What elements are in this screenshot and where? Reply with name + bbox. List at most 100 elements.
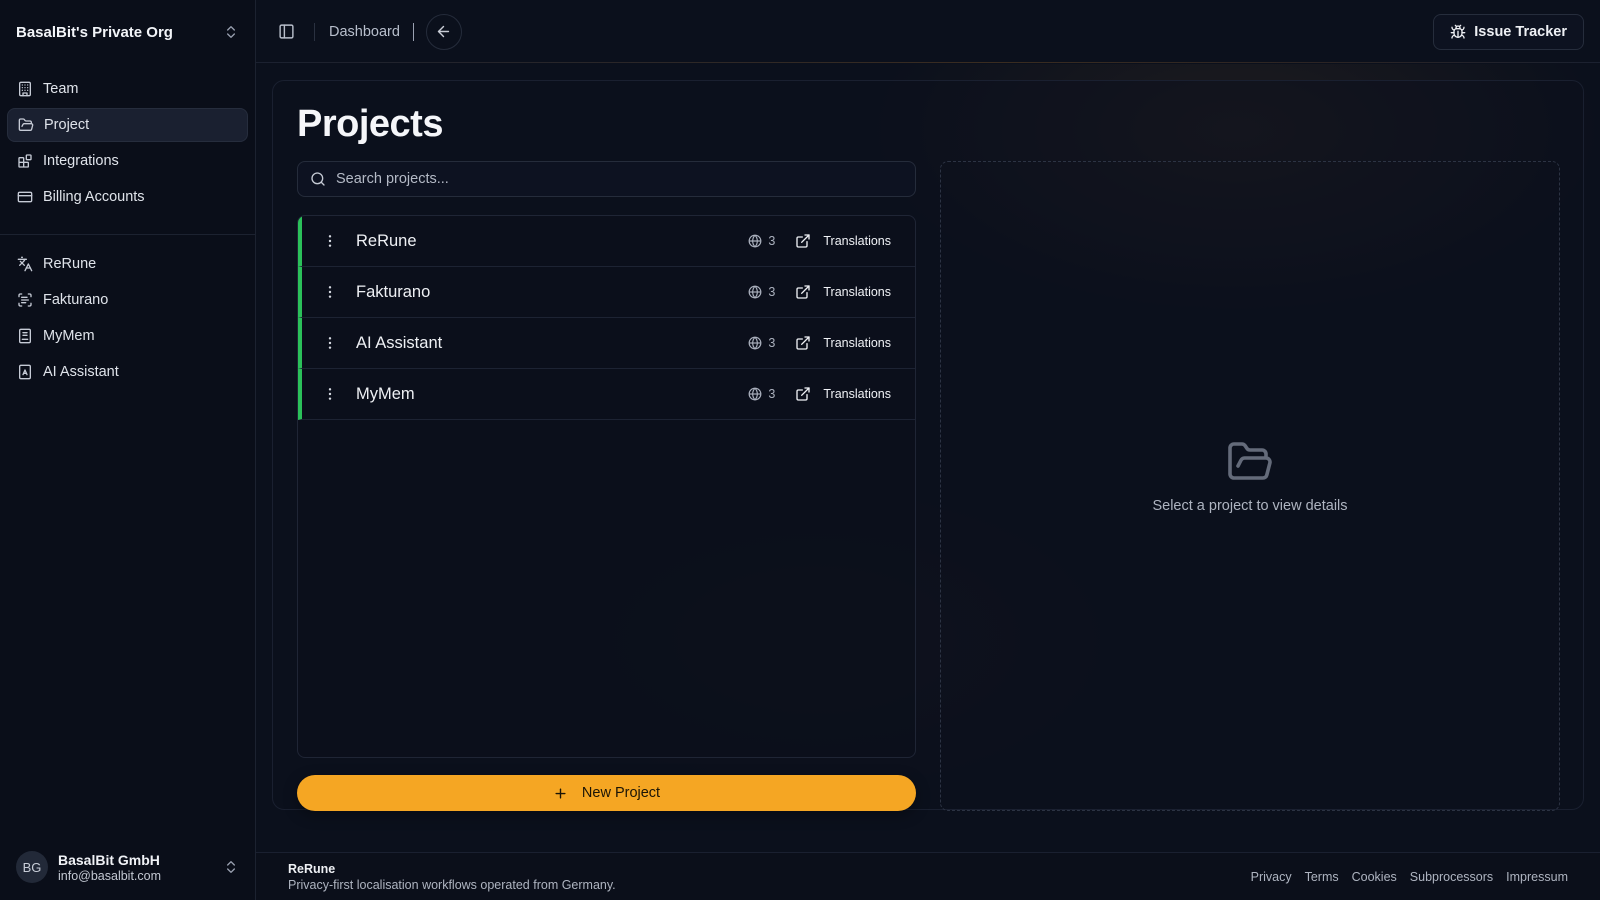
page-title: Projects: [297, 103, 443, 145]
sidebar-divider: [0, 234, 255, 235]
footer-title: ReRune: [288, 861, 336, 876]
sidebar-item-fakturano[interactable]: Fakturano: [7, 283, 248, 317]
footer: ReRune Privacy-first localisation workfl…: [256, 852, 1600, 900]
more-vertical-icon[interactable]: [320, 231, 340, 251]
sidebar-item-label: Integrations: [43, 153, 119, 169]
language-count: 3: [748, 285, 775, 299]
chevrons-up-down-icon: [227, 861, 235, 873]
project-name: ReRune: [356, 231, 417, 250]
empty-state-message: Select a project to view details: [1152, 498, 1348, 514]
project-detail-placeholder: Select a project to view details: [940, 161, 1560, 811]
translations-label: Translations: [823, 234, 891, 248]
footer-links: Privacy Terms Cookies Subprocessors Impr…: [1251, 870, 1568, 884]
footer-link-subprocessors[interactable]: Subprocessors: [1410, 870, 1493, 884]
sidebar-item-mymem[interactable]: MyMem: [7, 319, 248, 353]
sidebar-item-label: MyMem: [43, 328, 95, 344]
translations-label: Translations: [823, 285, 891, 299]
app-shell: BasalBit's Private Org Team Project Inte…: [0, 0, 1600, 900]
folder-open-icon: [18, 118, 34, 131]
topbar-divider: [314, 22, 315, 41]
sidebar-item-ai-assistant[interactable]: AI Assistant: [7, 355, 248, 389]
project-name: AI Assistant: [356, 333, 443, 352]
sidebar-item-label: ReRune: [43, 256, 97, 272]
panel-left-icon: [278, 24, 294, 39]
translations-link[interactable]: Translations: [795, 335, 891, 351]
footer-link-impressum[interactable]: Impressum: [1506, 870, 1568, 884]
new-project-label: New Project: [581, 785, 661, 801]
sidebar-apps: ReRune Fakturano MyMem AI Assistant: [0, 247, 255, 389]
sidebar: BasalBit's Private Org Team Project Inte…: [0, 0, 256, 900]
plus-icon: [555, 787, 566, 799]
project-list: ReRune 3 Translations Fakturano 3 Transl…: [297, 215, 916, 758]
sidebar-item-billing-accounts[interactable]: Billing Accounts: [7, 180, 248, 214]
bug-icon: [1450, 24, 1466, 39]
arrow-left-icon: [438, 25, 450, 38]
translations-label: Translations: [823, 336, 891, 350]
sidebar-item-project[interactable]: Project: [7, 108, 248, 142]
back-button[interactable]: [425, 13, 462, 50]
sidebar-item-integrations[interactable]: Integrations: [7, 144, 248, 178]
external-link-icon: [796, 336, 811, 350]
sidebar-nav: Team Project Integrations Billing Accoun…: [0, 64, 255, 214]
languages-icon: [17, 256, 33, 272]
language-count-value: 3: [768, 336, 776, 350]
topbar-divider: [412, 22, 414, 41]
more-vertical-icon[interactable]: [320, 384, 340, 404]
bot-square-icon: [19, 364, 31, 380]
sidebar-item-team[interactable]: Team: [7, 72, 248, 106]
footer-brand: ReRune Privacy-first localisation workfl…: [288, 862, 616, 892]
language-count: 3: [748, 234, 775, 248]
issue-tracker-button[interactable]: Issue Tracker: [1433, 14, 1584, 50]
more-vertical-icon[interactable]: [320, 333, 340, 353]
notebook-icon: [19, 328, 31, 344]
chevrons-up-down-icon: [227, 26, 235, 38]
more-vertical-icon[interactable]: [320, 282, 340, 302]
project-name: Fakturano: [356, 282, 431, 301]
issue-tracker-label: Issue Tracker: [1474, 24, 1567, 40]
building-icon: [19, 81, 31, 97]
language-count: 3: [748, 336, 775, 350]
footer-link-terms[interactable]: Terms: [1305, 870, 1339, 884]
external-link-icon: [796, 285, 811, 299]
translations-link[interactable]: Translations: [795, 284, 891, 300]
project-row-mymem[interactable]: MyMem 3 Translations: [298, 369, 915, 420]
globe-icon: [749, 285, 762, 299]
sidebar-item-rerune[interactable]: ReRune: [7, 247, 248, 281]
translations-link[interactable]: Translations: [795, 386, 891, 402]
breadcrumb[interactable]: Dashboard: [329, 24, 400, 40]
translations-label: Translations: [823, 387, 891, 401]
folder-open-icon: [1228, 442, 1272, 480]
user-name: BasalBit GmbH: [58, 851, 160, 868]
footer-link-cookies[interactable]: Cookies: [1352, 870, 1397, 884]
language-count-value: 3: [768, 285, 776, 299]
projects-panel: Projects ReRune 3 Translations: [272, 80, 1584, 811]
topbar: Dashboard Issue Tracker: [256, 0, 1600, 64]
sidebar-toggle-button[interactable]: [272, 18, 300, 46]
footer-subtitle: Privacy-first localisation workflows ope…: [288, 877, 616, 892]
user-menu[interactable]: BG BasalBit GmbH info@basalbit.com: [0, 834, 255, 900]
project-row-rerune[interactable]: ReRune 3 Translations: [298, 216, 915, 267]
globe-icon: [749, 234, 762, 248]
sidebar-item-label: Project: [44, 117, 90, 133]
globe-icon: [749, 336, 762, 350]
scan-text-icon: [18, 293, 32, 307]
language-count-value: 3: [768, 387, 776, 401]
sidebar-item-label: Fakturano: [43, 292, 109, 308]
translations-link[interactable]: Translations: [795, 233, 891, 249]
footer-link-privacy[interactable]: Privacy: [1251, 870, 1292, 884]
new-project-button[interactable]: New Project: [297, 775, 916, 811]
search-input[interactable]: [336, 171, 903, 187]
credit-card-icon: [17, 191, 33, 203]
org-switcher[interactable]: BasalBit's Private Org: [0, 0, 255, 64]
blocks-icon: [18, 154, 32, 168]
language-count-value: 3: [768, 234, 776, 248]
project-name: MyMem: [356, 384, 415, 403]
sidebar-item-label: Billing Accounts: [43, 189, 145, 205]
project-row-ai-assistant[interactable]: AI Assistant 3 Translations: [298, 318, 915, 369]
search-icon: [311, 172, 325, 186]
sidebar-item-label: Team: [43, 81, 79, 97]
project-row-fakturano[interactable]: Fakturano 3 Translations: [298, 267, 915, 318]
globe-icon: [749, 387, 762, 401]
search-box: [297, 161, 916, 197]
sidebar-item-label: AI Assistant: [43, 364, 119, 380]
